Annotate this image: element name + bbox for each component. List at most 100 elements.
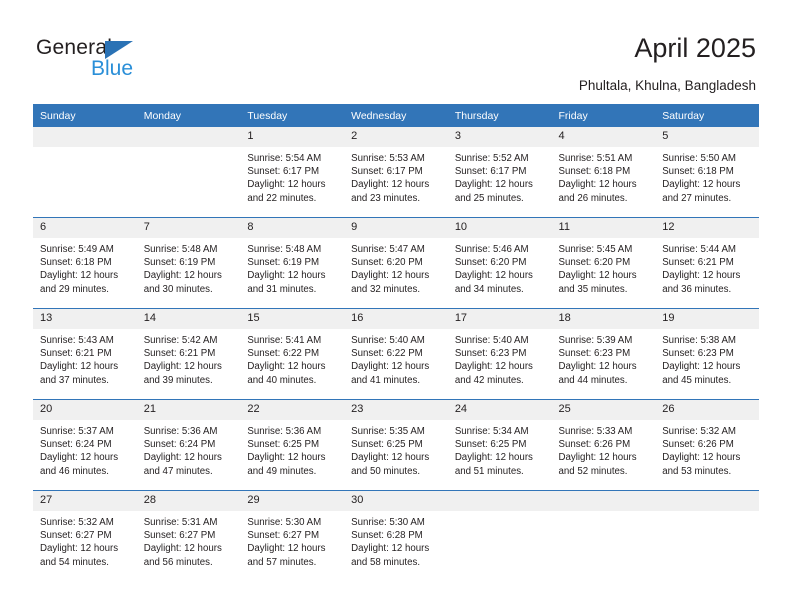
day-detail-line: Sunrise: 5:47 AM [351,244,425,255]
day-detail-line: Sunset: 6:20 PM [454,257,527,269]
day-cell-5[interactable]: 5 Sunrise: 5:50 AM Sunset: 6:18 PM Daylight… [655,127,759,218]
day-details [137,147,241,152]
weekday-header-tuesday: Tuesday [240,104,345,127]
day-detail-line: Daylight: 12 hours [351,179,430,191]
day-detail-line: Daylight: 12 hours [558,452,637,464]
day-detail-line: and 54 minutes. [40,556,109,568]
day-cell-2[interactable]: 2 Sunrise: 5:53 AM Sunset: 6:17 PM Daylight… [344,127,448,218]
day-cell-21[interactable]: 21 Sunrise: 5:36 AM Sunset: 6:24 PM Dayligh… [136,399,241,491]
weekday-header-saturday: Saturday [655,104,759,127]
day-number: 25 [551,400,656,420]
day-detail-line: Sunset: 6:19 PM [247,257,320,269]
day-details: Sunrise: 5:52 AM Sunset: 6:17 PM Daylight:… [448,147,552,205]
day-number: 1 [240,127,345,147]
day-detail-line: Sunrise: 5:50 AM [662,153,736,164]
day-details: Sunrise: 5:44 AM Sunset: 6:21 PM Daylight:… [655,238,759,296]
day-detail-line: Sunset: 6:24 PM [40,439,112,451]
day-cell-15[interactable]: 15 Sunrise: 5:41 AM Sunset: 6:22 PM Dayligh… [240,308,345,400]
day-cell-29[interactable]: 29 Sunrise: 5:30 AM Sunset: 6:27 PM Dayligh… [240,490,345,581]
day-details: Sunrise: 5:36 AM Sunset: 6:25 PM Daylight:… [240,420,344,478]
day-cell-17[interactable]: 17 Sunrise: 5:40 AM Sunset: 6:23 PM Dayligh… [447,308,552,400]
day-cell-16[interactable]: 16 Sunrise: 5:40 AM Sunset: 6:22 PM Dayligh… [344,308,448,400]
day-cell-14[interactable]: 14 Sunrise: 5:42 AM Sunset: 6:21 PM Dayligh… [136,308,241,400]
day-cell-24[interactable]: 24 Sunrise: 5:34 AM Sunset: 6:25 PM Dayligh… [447,399,552,491]
day-detail-line: Daylight: 12 hours [247,179,326,191]
day-details: Sunrise: 5:39 AM Sunset: 6:23 PM Daylight:… [552,329,656,387]
day-detail-line: Daylight: 12 hours [143,361,222,373]
day-number: 16 [344,309,448,329]
day-detail-line: Sunrise: 5:44 AM [662,244,736,255]
day-number: 3 [447,127,552,147]
day-number: 18 [551,309,656,329]
calendar-week-row: 6 Sunrise: 5:49 AM Sunset: 6:18 PM Daylight… [33,217,759,309]
day-details: Sunrise: 5:53 AM Sunset: 6:17 PM Daylight:… [344,147,448,205]
day-cell-23[interactable]: 23 Sunrise: 5:35 AM Sunset: 6:25 PM Dayligh… [344,399,448,491]
day-detail-line: Sunset: 6:19 PM [143,257,216,269]
day-detail-line: Sunrise: 5:43 AM [40,335,114,346]
day-cell-30[interactable]: 30 Sunrise: 5:30 AM Sunset: 6:28 PM Dayligh… [344,490,448,581]
day-details: Sunrise: 5:30 AM Sunset: 6:28 PM Daylight:… [344,511,448,569]
day-detail-line: Daylight: 12 hours [454,270,533,282]
day-detail-line: Daylight: 12 hours [40,543,119,555]
day-cell-25[interactable]: 25 Sunrise: 5:33 AM Sunset: 6:26 PM Dayligh… [551,399,656,491]
calendar-week-row: 27 Sunrise: 5:32 AM Sunset: 6:27 PM Dayligh… [33,490,759,581]
day-cell-7[interactable]: 7 Sunrise: 5:48 AM Sunset: 6:19 PM Daylight… [136,217,241,309]
calendar-week-row: 20 Sunrise: 5:37 AM Sunset: 6:24 PM Dayligh… [33,399,759,491]
day-details: Sunrise: 5:51 AM Sunset: 6:18 PM Daylight:… [552,147,656,205]
day-details: Sunrise: 5:54 AM Sunset: 6:17 PM Daylight:… [240,147,344,205]
day-cell-3[interactable]: 3 Sunrise: 5:52 AM Sunset: 6:17 PM Daylight… [447,127,552,218]
day-detail-line: Sunset: 6:18 PM [558,166,631,178]
day-detail-line: and 22 minutes. [247,192,317,204]
day-detail-line: Sunset: 6:20 PM [351,257,423,269]
day-detail-line: and 49 minutes. [247,465,317,477]
day-cell-10[interactable]: 10 Sunrise: 5:46 AM Sunset: 6:20 PM Dayligh… [447,217,552,309]
day-cell-9[interactable]: 9 Sunrise: 5:47 AM Sunset: 6:20 PM Daylight… [344,217,448,309]
day-detail-line: Sunrise: 5:35 AM [351,426,425,437]
day-number: 24 [447,400,552,420]
day-detail-line: Sunrise: 5:32 AM [662,426,736,437]
day-number: 21 [136,400,241,420]
day-cell-12[interactable]: 12 Sunrise: 5:44 AM Sunset: 6:21 PM Dayligh… [655,217,759,309]
day-number: 4 [551,127,656,147]
day-detail-line: Sunrise: 5:42 AM [143,335,218,346]
day-detail-line: Daylight: 12 hours [351,452,430,464]
day-cell-11[interactable]: 11 Sunrise: 5:45 AM Sunset: 6:20 PM Dayligh… [551,217,656,309]
day-details [552,511,656,516]
day-details: Sunrise: 5:32 AM Sunset: 6:26 PM Daylight:… [655,420,759,478]
day-cell-18[interactable]: 18 Sunrise: 5:39 AM Sunset: 6:23 PM Dayligh… [551,308,656,400]
day-cell-27[interactable]: 27 Sunrise: 5:32 AM Sunset: 6:27 PM Dayligh… [33,490,137,581]
day-detail-line: Daylight: 12 hours [558,270,637,282]
day-detail-line: Sunset: 6:23 PM [454,348,527,360]
day-detail-line: and 37 minutes. [40,374,109,386]
day-cell-1[interactable]: 1 Sunrise: 5:54 AM Sunset: 6:17 PM Daylight… [240,127,345,218]
day-cell-28[interactable]: 28 Sunrise: 5:31 AM Sunset: 6:27 PM Dayligh… [136,490,241,581]
day-detail-line: Sunset: 6:27 PM [143,530,216,542]
day-number: 19 [655,309,759,329]
day-detail-line: and 47 minutes. [143,465,213,477]
day-number: 23 [344,400,448,420]
day-cell-22[interactable]: 22 Sunrise: 5:36 AM Sunset: 6:25 PM Dayligh… [240,399,345,491]
day-details: Sunrise: 5:41 AM Sunset: 6:22 PM Daylight:… [240,329,344,387]
day-cell-4[interactable]: 4 Sunrise: 5:51 AM Sunset: 6:18 PM Daylight… [551,127,656,218]
day-cell-6[interactable]: 6 Sunrise: 5:49 AM Sunset: 6:18 PM Daylight… [33,217,137,309]
day-detail-line: and 45 minutes. [662,374,732,386]
weekday-header-sunday: Sunday [33,104,137,127]
day-cell-8[interactable]: 8 Sunrise: 5:48 AM Sunset: 6:19 PM Daylight… [240,217,345,309]
day-detail-line: Daylight: 12 hours [351,361,430,373]
day-cell-19[interactable]: 19 Sunrise: 5:38 AM Sunset: 6:23 PM Dayligh… [655,308,759,400]
page-title: April 2025 [634,33,756,63]
day-detail-line: Sunset: 6:28 PM [351,530,423,542]
day-cell-26[interactable]: 26 Sunrise: 5:32 AM Sunset: 6:26 PM Dayligh… [655,399,759,491]
day-details: Sunrise: 5:37 AM Sunset: 6:24 PM Daylight:… [33,420,137,478]
day-detail-line: and 44 minutes. [558,374,628,386]
day-number: 29 [240,491,345,511]
weekday-header-friday: Friday [551,104,656,127]
day-cell-20[interactable]: 20 Sunrise: 5:37 AM Sunset: 6:24 PM Dayligh… [33,399,137,491]
day-detail-line: and 36 minutes. [662,283,732,295]
day-detail-line: Sunrise: 5:34 AM [454,426,529,437]
weekday-header-wednesday: Wednesday [344,104,448,127]
day-detail-line: and 56 minutes. [143,556,213,568]
day-detail-line: Sunrise: 5:30 AM [247,517,322,528]
day-detail-line: Sunrise: 5:39 AM [558,335,633,346]
day-cell-13[interactable]: 13 Sunrise: 5:43 AM Sunset: 6:21 PM Dayligh… [33,308,137,400]
